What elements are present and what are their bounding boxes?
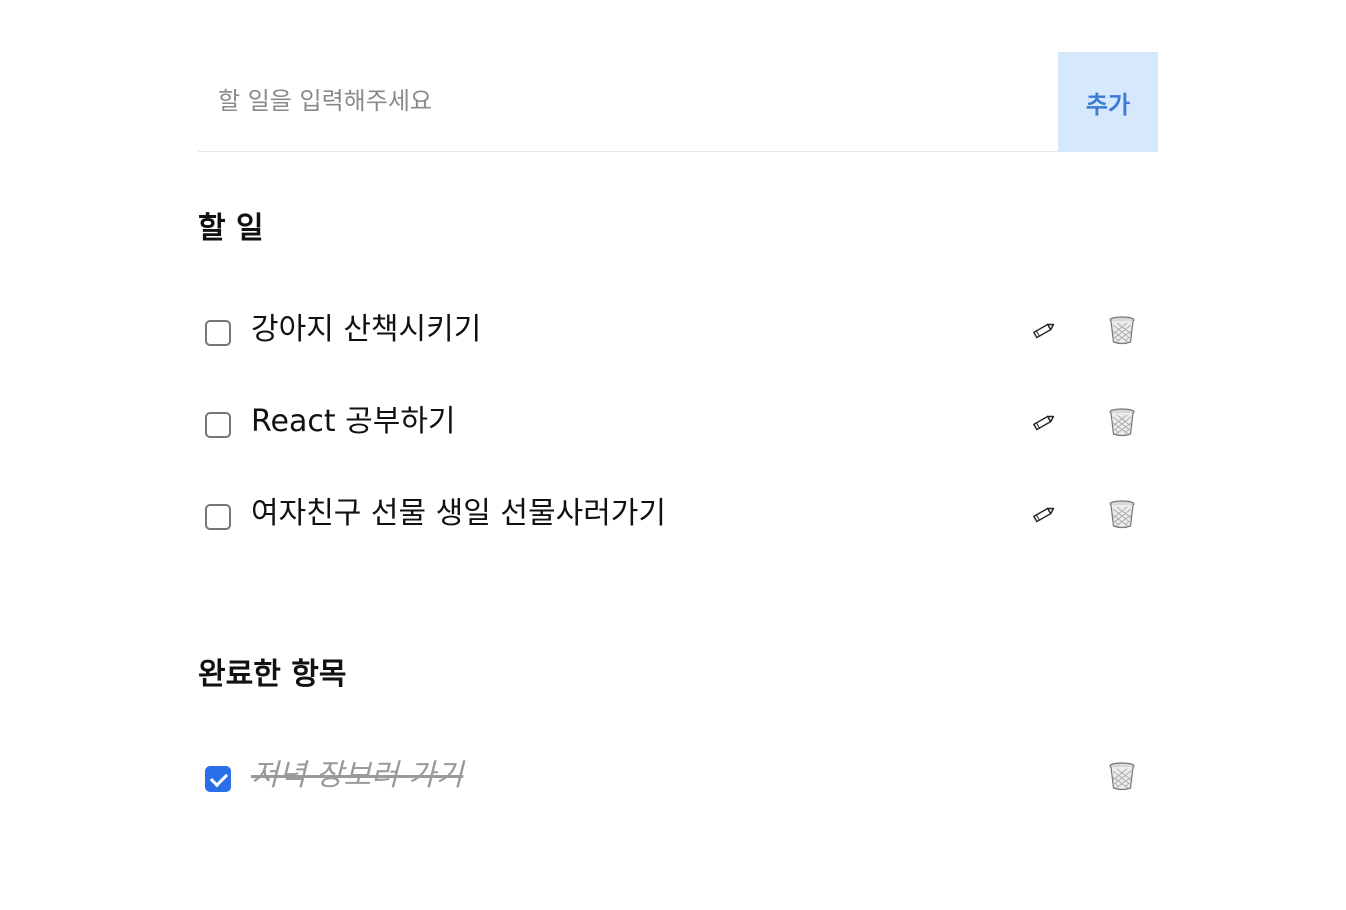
item-checkbox[interactable] (205, 412, 231, 438)
item-checkbox[interactable] (205, 766, 231, 792)
todo-list: 강아지 산책시키기 React 공부하기 여자친구 선물 생일 선물사러가기 (198, 284, 1158, 560)
delete-button[interactable] (1104, 758, 1140, 794)
todo-input-row: 추가 (198, 52, 1158, 152)
add-button[interactable]: 추가 (1058, 52, 1158, 152)
edit-button[interactable] (1026, 404, 1062, 440)
item-text: 강아지 산책시키기 (251, 312, 482, 347)
list-item: React 공부하기 (198, 376, 1158, 468)
todo-input[interactable] (198, 52, 1058, 150)
item-text: React 공부하기 (251, 404, 456, 439)
delete-button[interactable] (1104, 312, 1140, 348)
delete-button[interactable] (1104, 404, 1140, 440)
list-item: 여자친구 선물 생일 선물사러가기 (198, 468, 1158, 560)
trash-icon (1108, 315, 1136, 345)
item-text: 저녁 장보러 가기 (251, 758, 464, 793)
edit-button[interactable] (1026, 312, 1062, 348)
list-item: 강아지 산책시키기 (198, 284, 1158, 376)
pencil-icon (1031, 317, 1057, 343)
pencil-icon (1031, 501, 1057, 527)
list-item: 저녁 장보러 가기 (198, 730, 1158, 822)
item-text: 여자친구 선물 생일 선물사러가기 (251, 496, 667, 531)
trash-icon (1108, 761, 1136, 791)
item-checkbox[interactable] (205, 504, 231, 530)
section-title-todo: 할 일 (198, 211, 264, 246)
pencil-icon (1031, 409, 1057, 435)
done-list: 저녁 장보러 가기 (198, 730, 1158, 822)
section-title-done: 완료한 항목 (198, 657, 347, 692)
item-checkbox[interactable] (205, 320, 231, 346)
trash-icon (1108, 407, 1136, 437)
todo-app: 추가 할 일 강아지 산책시키기 (198, 52, 1158, 822)
delete-button[interactable] (1104, 496, 1140, 532)
trash-icon (1108, 499, 1136, 529)
edit-button[interactable] (1026, 496, 1062, 532)
